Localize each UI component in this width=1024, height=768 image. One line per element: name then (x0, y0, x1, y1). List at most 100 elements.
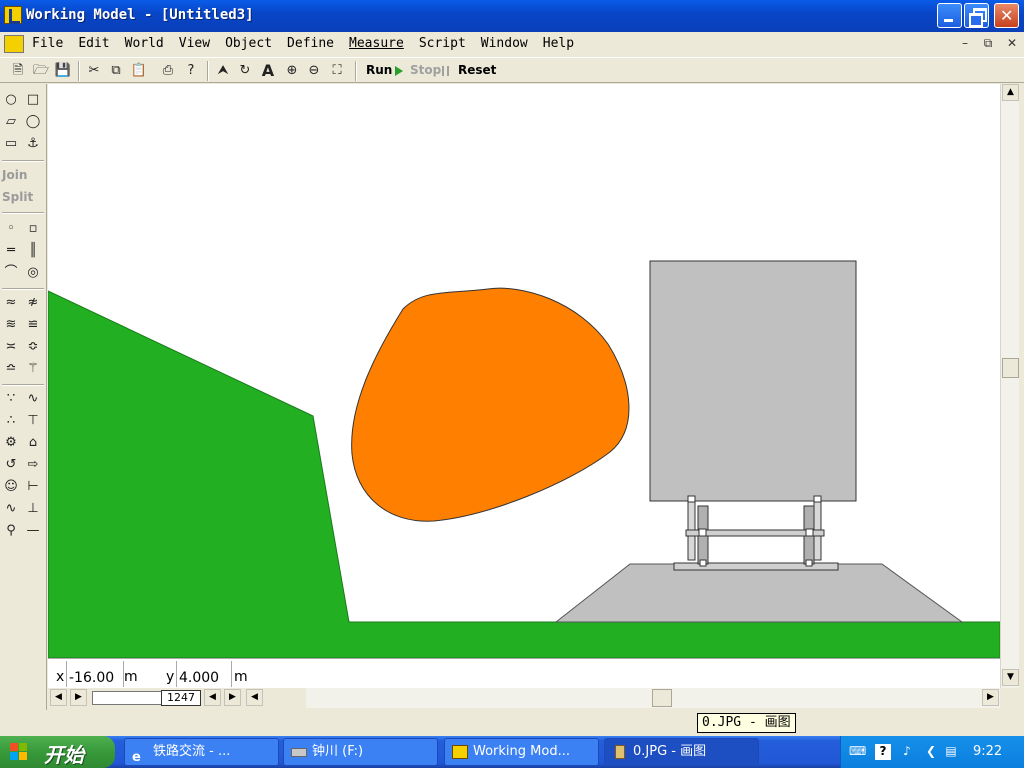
right-axle-pin[interactable] (805, 528, 814, 537)
text-tool-icon[interactable]: A (258, 61, 278, 80)
menu-view[interactable]: View (179, 36, 210, 51)
frame-forward-icon[interactable]: ▶ (70, 689, 87, 706)
speaker-icon[interactable]: ♪ (899, 744, 915, 760)
left-top-pin[interactable] (687, 495, 696, 503)
vertical-scroll-thumb[interactable] (1002, 358, 1019, 378)
polygon-tool-icon[interactable]: ▱ (2, 113, 20, 131)
line-tool-icon[interactable]: — (24, 522, 42, 540)
menu-define[interactable]: Define (287, 36, 334, 51)
point-tool-icon[interactable]: ◦ (2, 220, 20, 238)
circle-tool-icon[interactable]: ○ (2, 91, 20, 109)
menu-help[interactable]: Help (543, 36, 574, 51)
right-top-pin[interactable] (813, 495, 822, 503)
actuator-tool-icon[interactable]: ☺ (2, 478, 20, 496)
simulation-workspace[interactable] (48, 84, 1000, 658)
help-tray-icon[interactable]: ? (875, 744, 891, 760)
menu-edit[interactable]: Edit (78, 36, 109, 51)
paste-icon[interactable]: 📋 (129, 61, 149, 80)
slot-joint-tool-icon[interactable]: ≍ (2, 338, 20, 356)
closed-slot-tool-icon[interactable]: ◎ (24, 264, 42, 282)
minimize-button[interactable] (937, 3, 962, 28)
keyed-slot-tool-icon[interactable]: ≎ (24, 338, 42, 356)
split-button[interactable]: Split (2, 190, 33, 204)
force-tool-icon[interactable]: ⇨ (24, 456, 42, 474)
menu-file[interactable]: File (32, 36, 63, 51)
separator-tool-icon[interactable]: ⊥ (24, 500, 42, 518)
horizontal-slot-tool-icon[interactable]: ═ (2, 242, 20, 260)
left-axle-pin[interactable] (698, 528, 707, 537)
print-icon[interactable]: ⎙ (158, 61, 178, 80)
working-model-app-icon[interactable] (4, 6, 22, 24)
motor-joint-tool-icon[interactable]: ≋ (2, 316, 20, 334)
curved-slot-tool-icon[interactable]: ⌒ (2, 264, 20, 282)
doc-minimize-button[interactable]: – (956, 36, 974, 52)
doc-restore-button[interactable]: ⧉ (979, 36, 997, 52)
stop-pause-icon[interactable] (442, 66, 449, 76)
horizontal-scroll-thumb[interactable] (652, 689, 672, 707)
frame-back-icon[interactable]: ◀ (50, 689, 67, 706)
right-wheel-pin[interactable] (805, 559, 813, 567)
horizontal-scrollbar[interactable]: ▶ (306, 688, 1000, 708)
scroll-up-arrow-icon[interactable]: ▲ (1002, 84, 1019, 101)
spiral-joint-tool-icon[interactable]: ⚚ (24, 360, 42, 378)
task-drive[interactable]: 钟川 (F:) (283, 738, 438, 766)
axle-bar[interactable] (685, 529, 825, 537)
torque-tool-icon[interactable]: ↺ (2, 456, 20, 474)
arrow-select-icon[interactable]: ⮝ (213, 61, 233, 80)
spring-tool-icon[interactable]: ∵ (2, 390, 20, 408)
square-point-tool-icon[interactable]: ▫ (24, 220, 42, 238)
pin-joint-tool-icon[interactable]: ≈ (2, 294, 20, 312)
menu-object[interactable]: Object (225, 36, 272, 51)
tray-expand-icon[interactable]: ❮ (923, 744, 939, 760)
curved-slot-joint-tool-icon[interactable]: ≏ (2, 360, 20, 378)
save-icon[interactable]: 💾 (53, 61, 73, 80)
scroll-left-arrow-icon[interactable]: ◀ (246, 689, 263, 706)
damper-spring-tool-icon[interactable]: ∿ (24, 390, 42, 408)
join-button[interactable]: Join (2, 168, 27, 182)
embankment-body[interactable] (554, 563, 964, 623)
frame-slider[interactable] (92, 691, 162, 705)
cut-icon[interactable]: ✂ (84, 61, 104, 80)
linear-actuator-tool-icon[interactable]: ⊢ (24, 478, 42, 496)
link-tool-icon[interactable]: ⚲ (2, 522, 20, 540)
zoom-out-icon[interactable]: ⊖ (304, 61, 324, 80)
pulley-tool-icon[interactable]: ⌂ (24, 434, 42, 452)
vertical-slot-tool-icon[interactable]: ║ (24, 242, 42, 260)
task-working-model[interactable]: Working Mod... (444, 738, 599, 766)
task-paint[interactable]: 0.JPG - 画图 (604, 738, 759, 766)
sine-motor-tool-icon[interactable]: ∿ (2, 500, 20, 518)
gear-tool-icon[interactable]: ⚙ (2, 434, 20, 452)
run-button[interactable]: Run (366, 63, 392, 77)
start-button[interactable]: 开始 (0, 736, 115, 768)
stop-button[interactable]: Stop (410, 63, 441, 77)
step-forward-icon[interactable]: ▶ (224, 689, 241, 706)
vertical-scrollbar[interactable]: ▲ ▼ (1000, 84, 1019, 688)
anchor-tool-icon[interactable]: ⚓ (24, 135, 42, 153)
curved-body-tool-icon[interactable]: ◯ (24, 113, 42, 131)
task-browser[interactable]: e 铁路交流 - ... (124, 738, 279, 766)
new-file-icon[interactable]: 🗎 (8, 61, 28, 80)
reset-button[interactable]: Reset (458, 63, 496, 77)
help-pointer-icon[interactable]: ? (181, 61, 201, 80)
zoom-fit-icon[interactable]: ⛶ (327, 61, 347, 80)
left-wheel-pin[interactable] (699, 559, 707, 567)
menu-measure[interactable]: Measure (349, 36, 404, 51)
copy-icon[interactable]: ⧉ (106, 61, 126, 80)
menu-script[interactable]: Script (419, 36, 466, 51)
rod-tool-icon[interactable]: ⊤ (24, 412, 42, 430)
run-play-icon[interactable] (395, 66, 403, 76)
network-icon[interactable]: ▤ (943, 744, 959, 760)
actuator-joint-tool-icon[interactable]: ≌ (24, 316, 42, 334)
step-back-icon[interactable]: ◀ (204, 689, 221, 706)
square-tool-icon[interactable]: □ (24, 91, 42, 109)
rigid-joint-tool-icon[interactable]: ≉ (24, 294, 42, 312)
menu-world[interactable]: World (125, 36, 164, 51)
menu-window[interactable]: Window (481, 36, 528, 51)
document-icon[interactable] (4, 35, 24, 53)
rope-tool-icon[interactable]: ∴ (2, 412, 20, 430)
scroll-down-arrow-icon[interactable]: ▼ (1002, 669, 1019, 686)
doc-close-button[interactable]: ✕ (1003, 36, 1021, 52)
zoom-in-icon[interactable]: ⊕ (282, 61, 302, 80)
orange-blob-body[interactable] (351, 287, 630, 522)
close-button[interactable] (994, 3, 1019, 28)
